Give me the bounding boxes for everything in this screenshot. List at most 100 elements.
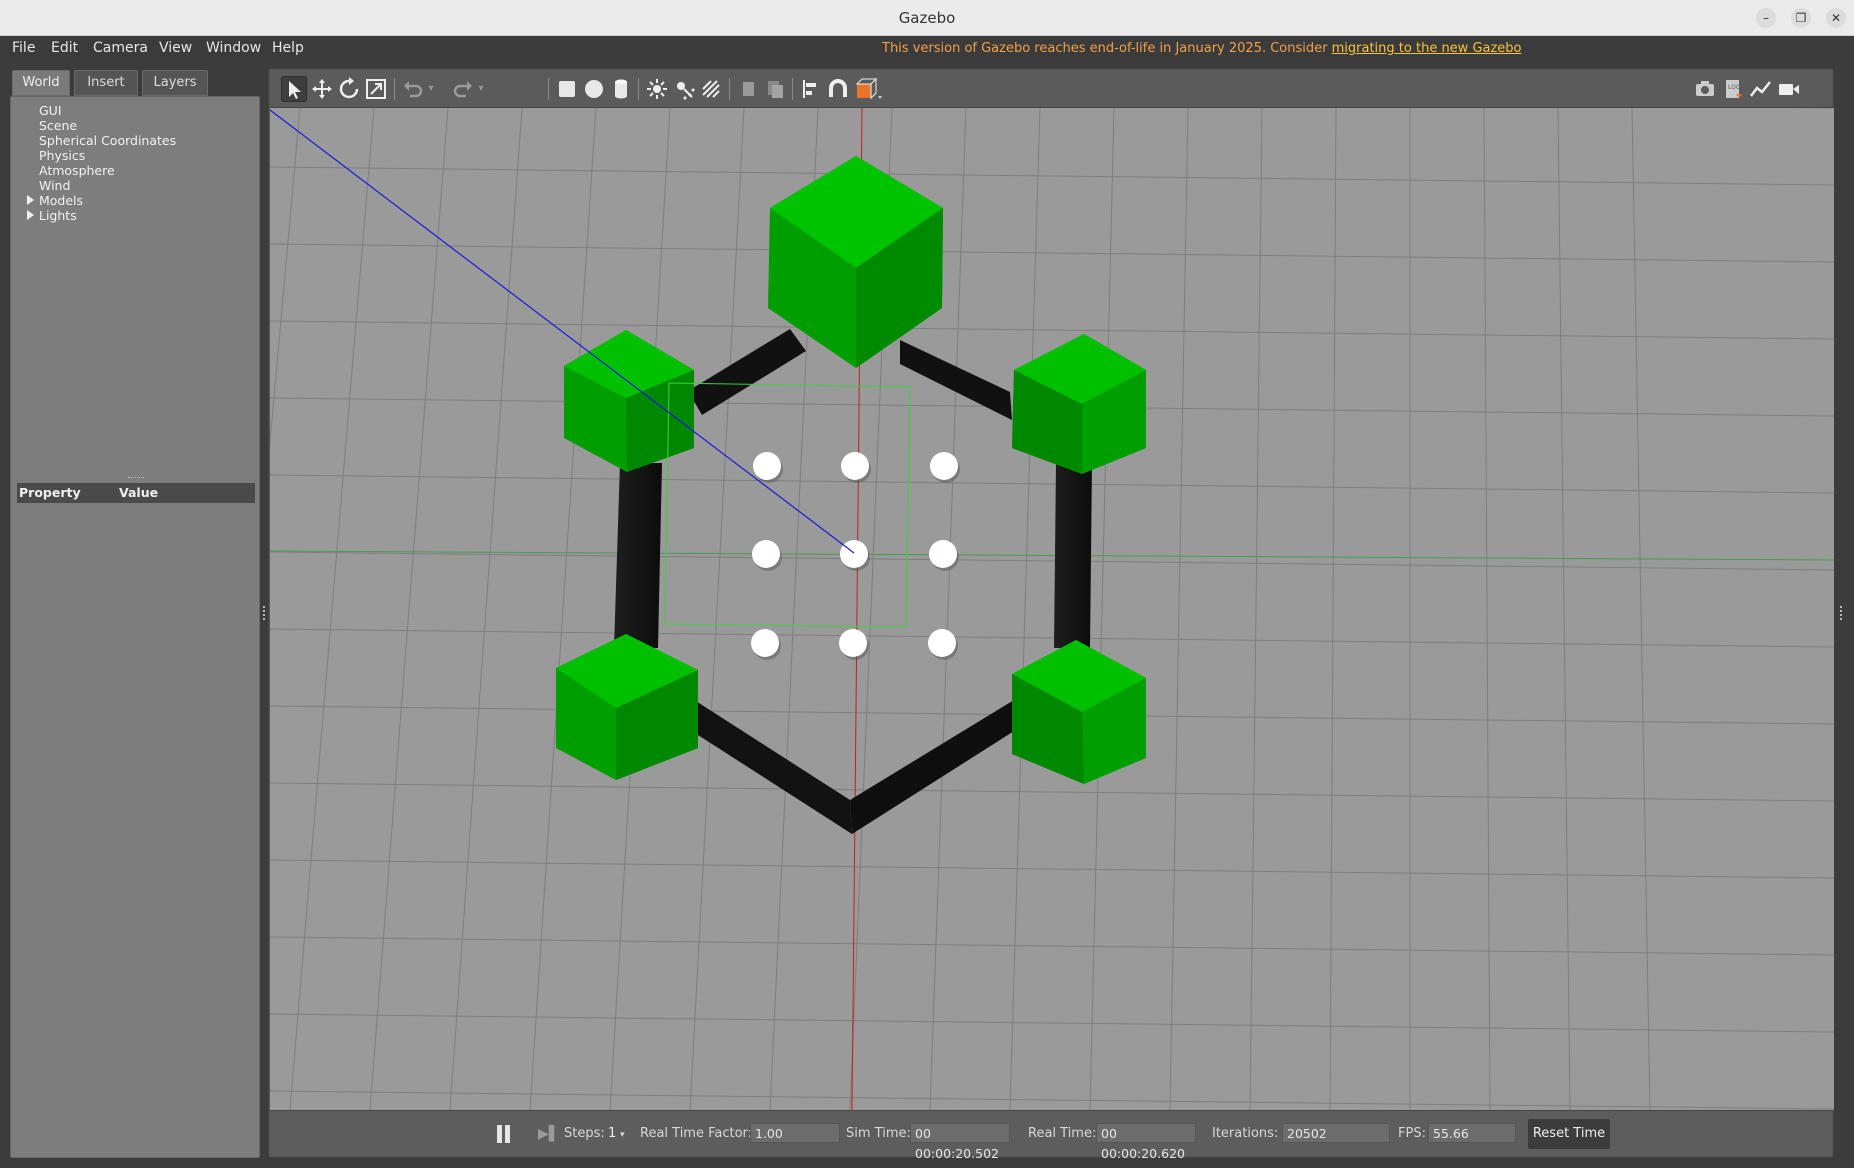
status-bar: ▶▌ Steps: 1 ▾ Real Time Factor: 1.00 Sim…	[270, 1110, 1832, 1161]
right-panel-resize-handle[interactable]	[1840, 606, 1842, 620]
migration-link[interactable]: migrating to the new Gazebo	[1332, 41, 1522, 56]
tree-item-gui[interactable]: GUI	[39, 103, 62, 118]
left-panel: World Insert Layers GUI Scene Spherical …	[8, 68, 260, 1158]
tree-item-scene[interactable]: Scene	[39, 118, 77, 133]
translate-mode-button[interactable]	[309, 76, 335, 102]
grid-line	[270, 474, 1834, 494]
menu-help[interactable]: Help	[272, 40, 304, 56]
marker-sphere[interactable]	[840, 540, 868, 568]
expand-lights-icon[interactable]	[27, 210, 34, 220]
insert-sphere-button[interactable]	[581, 76, 607, 102]
marker-sphere[interactable]	[751, 629, 779, 657]
marker-sphere[interactable]	[839, 629, 867, 657]
marker-sphere[interactable]	[928, 629, 956, 657]
undo-button[interactable]	[400, 76, 426, 102]
snap-button[interactable]	[825, 76, 851, 102]
fps-label: FPS:	[1398, 1126, 1426, 1141]
tree-item-lights[interactable]: Lights	[39, 208, 77, 223]
copy-button[interactable]	[735, 76, 761, 102]
steps-label: Steps:	[564, 1126, 605, 1141]
expand-models-icon[interactable]	[27, 195, 34, 205]
maximize-button[interactable]: ❐	[1791, 8, 1811, 28]
undo-history-dropdown[interactable]: ▾	[424, 76, 438, 102]
record-video-button[interactable]	[1776, 76, 1802, 102]
sphere-icon	[585, 80, 603, 98]
marker-sphere[interactable]	[753, 452, 781, 480]
model-upper-right[interactable]	[1012, 334, 1146, 474]
panel-splitter-handle[interactable]	[128, 477, 144, 480]
plot-button[interactable]	[1748, 76, 1774, 102]
fps-field: 55.66	[1428, 1123, 1516, 1143]
strut-left[interactable]	[614, 463, 662, 648]
toolbar-separator	[548, 78, 549, 100]
iterations-label: Iterations:	[1212, 1126, 1279, 1141]
paste-icon	[768, 81, 783, 98]
grid-line	[1249, 108, 1263, 1110]
value-column-header: Value	[119, 485, 159, 500]
tree-item-models[interactable]: Models	[39, 193, 83, 208]
chevron-down-icon: ▾	[428, 83, 434, 94]
menu-edit[interactable]: Edit	[51, 40, 78, 56]
model-lower-right[interactable]	[1012, 640, 1146, 784]
pause-icon[interactable]	[496, 1125, 512, 1143]
tree-item-spherical-coordinates[interactable]: Spherical Coordinates	[39, 133, 176, 148]
tab-world[interactable]: World	[12, 70, 70, 96]
redo-history-dropdown[interactable]: ▾	[474, 76, 488, 102]
insert-box-button[interactable]	[554, 76, 580, 102]
close-button[interactable]: ✕	[1826, 8, 1846, 28]
tree-item-physics[interactable]: Physics	[39, 148, 85, 163]
rotate-mode-button[interactable]	[336, 76, 362, 102]
grid-line	[270, 859, 1834, 879]
strut-bottom-right[interactable]	[850, 700, 1022, 834]
tab-layers[interactable]: Layers	[142, 70, 208, 96]
reset-time-button[interactable]: Reset Time	[1528, 1119, 1610, 1149]
scale-mode-button[interactable]	[363, 76, 389, 102]
real-time-factor-field: 1.00	[750, 1123, 840, 1143]
marker-sphere[interactable]	[841, 452, 869, 480]
menu-camera[interactable]: Camera	[93, 40, 148, 56]
strut-top-left[interactable]	[688, 329, 806, 415]
insert-cylinder-button[interactable]	[608, 76, 634, 102]
model-lower-left[interactable]	[556, 634, 698, 780]
grid-line	[449, 108, 523, 1110]
insert-directional-light-button[interactable]	[698, 76, 724, 102]
marker-sphere[interactable]	[930, 452, 958, 480]
paste-button[interactable]	[762, 76, 788, 102]
model-upper-left[interactable]	[564, 330, 694, 472]
view-angle-button[interactable]	[852, 76, 886, 102]
record-icon	[1779, 84, 1799, 95]
minimize-button[interactable]: –	[1756, 8, 1776, 28]
log-button[interactable]: LOG	[1720, 76, 1746, 102]
strut-right[interactable]	[1054, 463, 1092, 648]
toolbar-separator	[638, 78, 639, 100]
undo-icon	[404, 81, 423, 98]
grid-line	[1631, 108, 1651, 1110]
insert-point-light-button[interactable]	[644, 76, 670, 102]
real-time-factor-label: Real Time Factor:	[640, 1126, 753, 1141]
tab-insert[interactable]: Insert	[74, 70, 138, 96]
step-icon[interactable]: ▶▌	[538, 1125, 560, 1143]
screenshot-button[interactable]	[1692, 76, 1718, 102]
tree-item-wind[interactable]: Wind	[39, 178, 70, 193]
steps-value[interactable]: 1	[608, 1126, 616, 1141]
svg-text:LOG: LOG	[1728, 84, 1741, 91]
grid-line	[270, 320, 1834, 340]
steps-stepper[interactable]: ▾	[620, 1130, 625, 1140]
select-mode-button[interactable]	[281, 76, 307, 102]
tree-item-atmosphere[interactable]: Atmosphere	[39, 163, 115, 178]
align-button[interactable]	[798, 76, 824, 102]
menu-window[interactable]: Window	[206, 40, 261, 56]
menu-view[interactable]: View	[159, 40, 192, 56]
scene-render[interactable]	[270, 108, 1834, 1110]
point-light-icon	[647, 79, 667, 99]
strut-bottom-left[interactable]	[684, 696, 852, 834]
scene-viewport[interactable]	[270, 108, 1834, 1110]
redo-button[interactable]	[450, 76, 476, 102]
left-panel-resize-handle[interactable]	[263, 606, 265, 620]
marker-sphere[interactable]	[929, 540, 957, 568]
strut-top-right[interactable]	[900, 340, 1012, 420]
menu-file[interactable]: File	[12, 40, 35, 56]
property-table-header: Property Value	[17, 483, 255, 503]
insert-spot-light-button[interactable]	[671, 76, 697, 102]
marker-sphere[interactable]	[752, 540, 780, 568]
